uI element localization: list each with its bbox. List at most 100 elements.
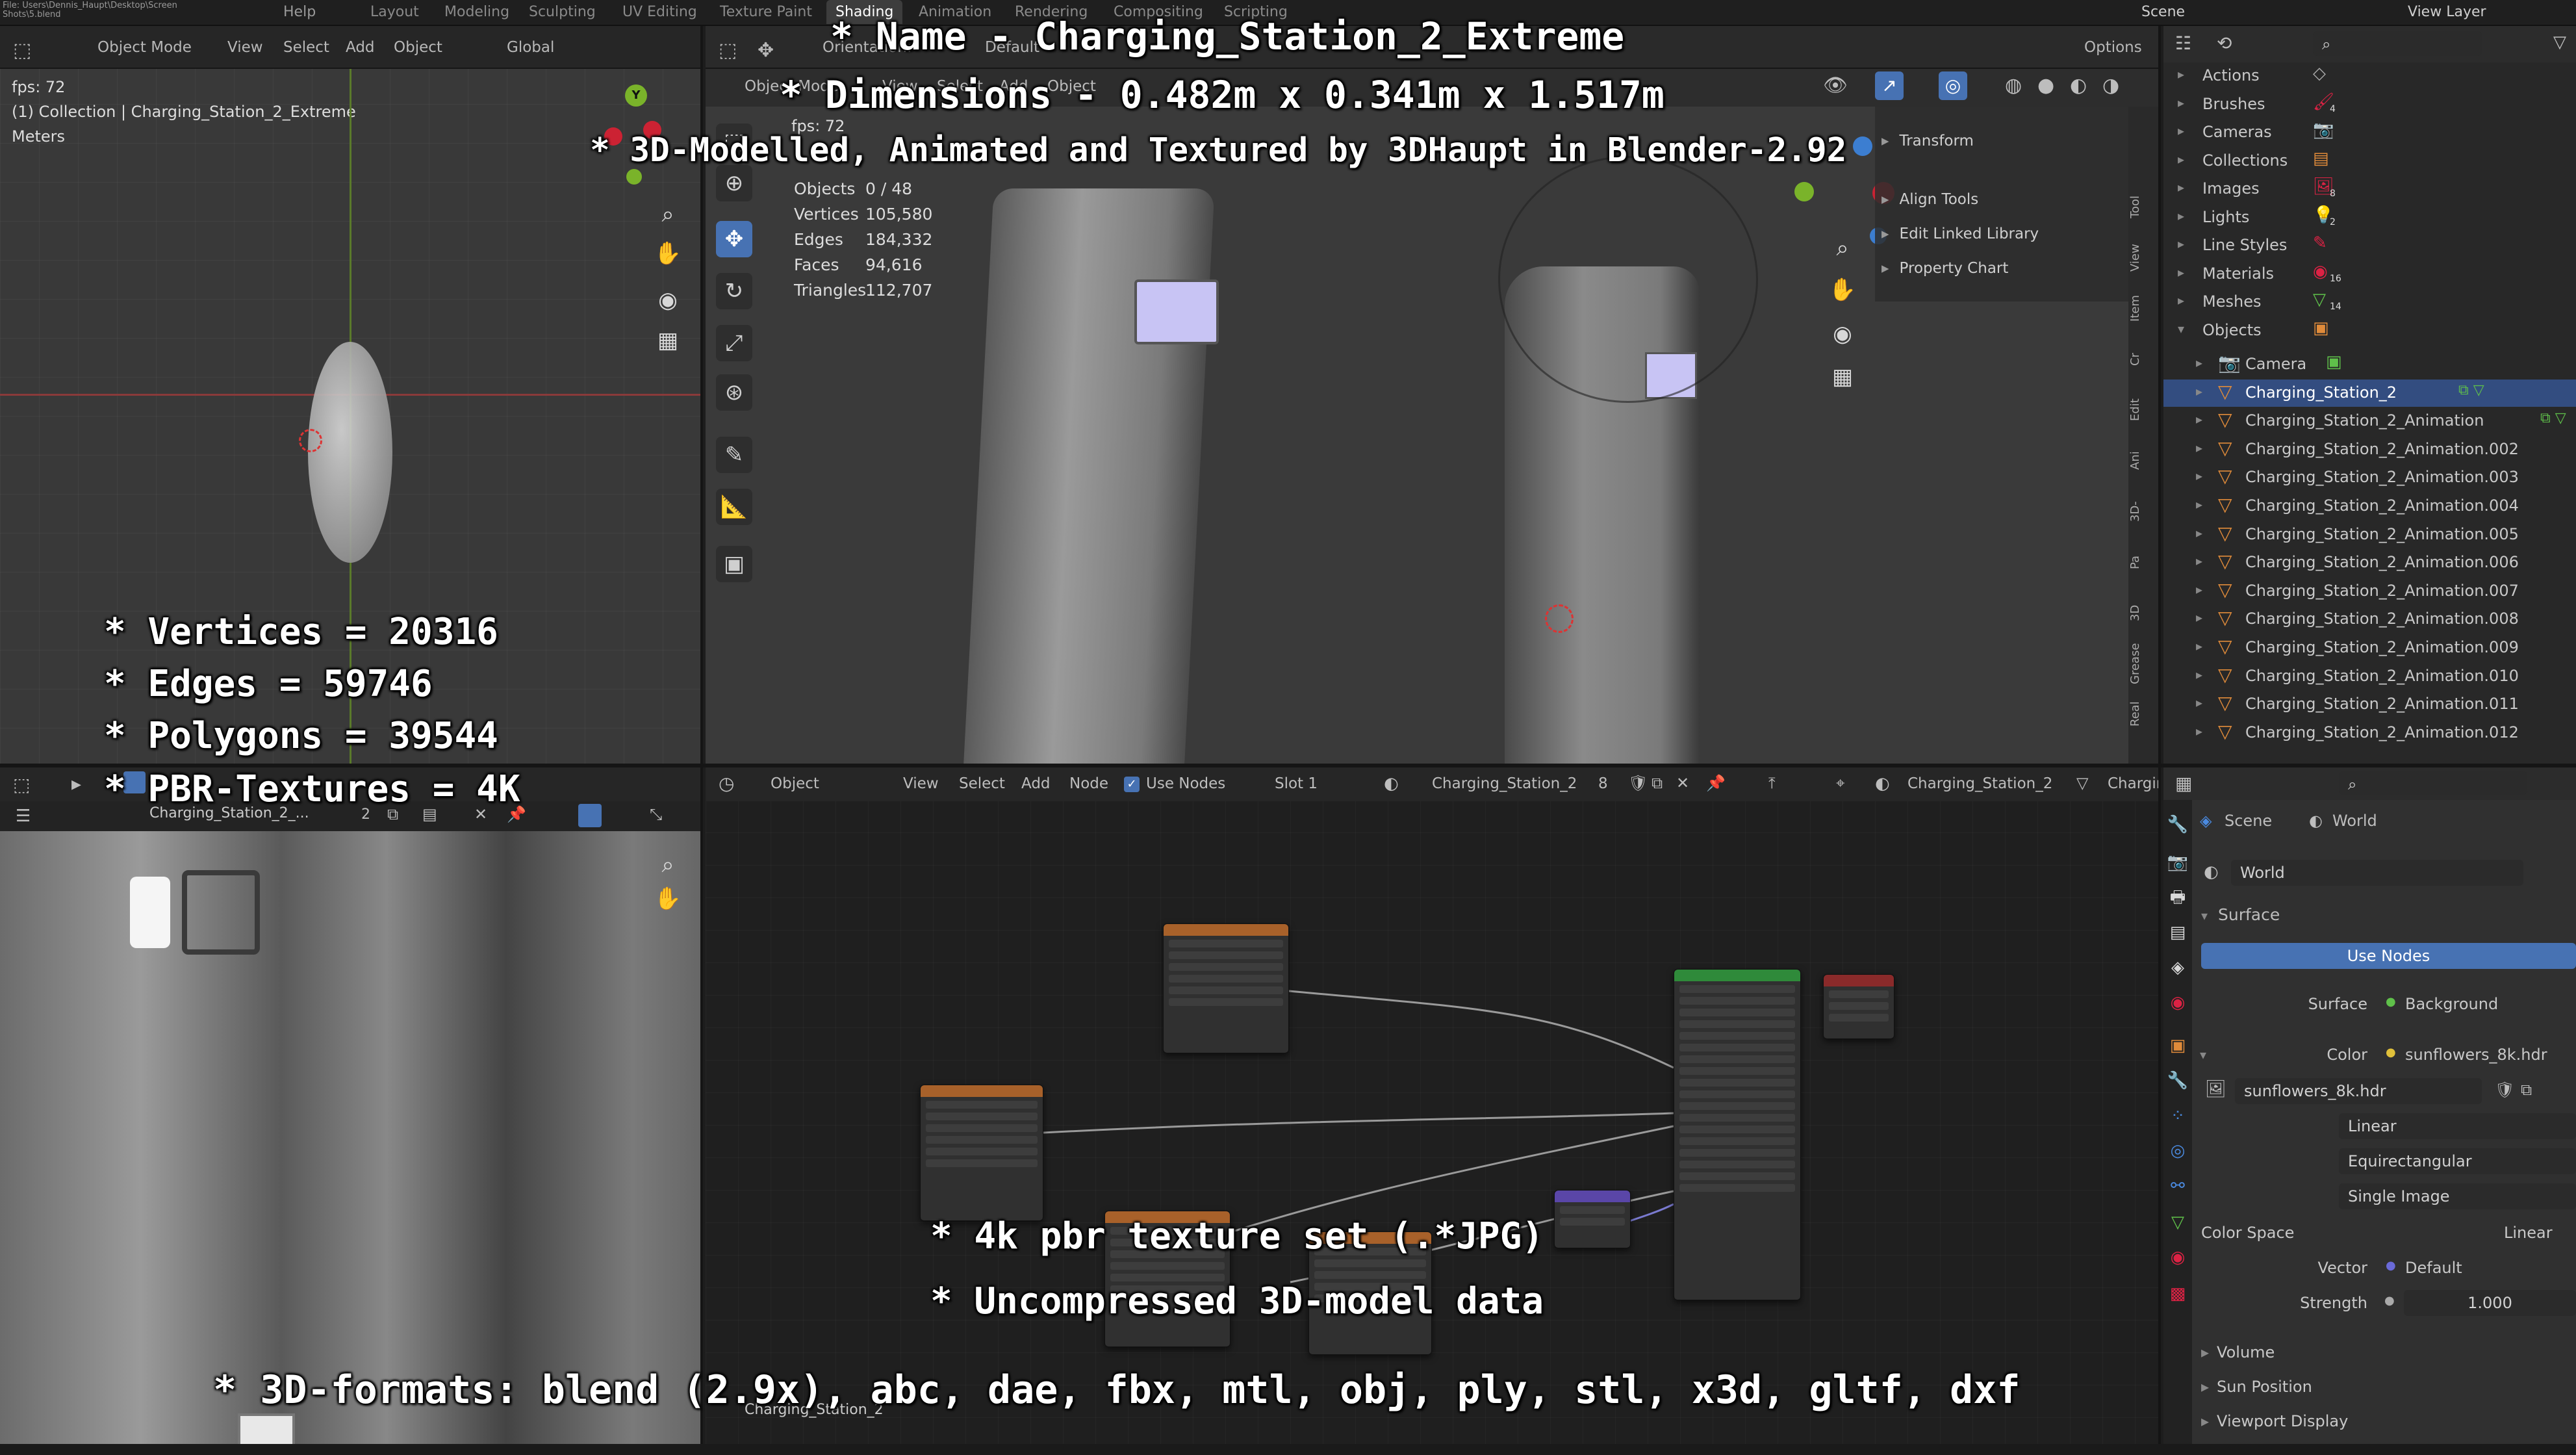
surface-collapse-icon[interactable]: ▾ xyxy=(2201,908,2208,923)
filter-funnel-icon[interactable]: ▽ xyxy=(2553,32,2566,52)
sidebar-item-align-tools[interactable]: ▸ Align Tools xyxy=(1881,191,2122,214)
view-menu[interactable]: View xyxy=(903,775,939,792)
scene-selector[interactable]: Scene xyxy=(2141,4,2185,20)
snap-icon[interactable]: ⌖ xyxy=(1836,774,1845,792)
outliner-object-row[interactable]: ▸ ▽ Charging_Station_2_Animation.010 xyxy=(2163,663,2576,690)
color-value[interactable]: sunflowers_8k.hdr xyxy=(2405,1046,2547,1064)
material-output-node[interactable] xyxy=(1823,974,1894,1039)
surface-value[interactable]: Background xyxy=(2405,995,2498,1013)
outliner-object-row[interactable]: ▸ ▽ Charging_Station_2_Animation.005 xyxy=(2163,521,2576,548)
outliner-object-row[interactable]: ▸ 📷 Camera ▣ xyxy=(2163,351,2576,378)
visibility-icon[interactable]: 👁 xyxy=(1823,74,1848,97)
render-tab-icon[interactable]: 📷 xyxy=(2163,848,2192,877)
display-mode-icon[interactable]: ☷ xyxy=(2175,32,2191,54)
editor-type-icon[interactable]: ⬚ xyxy=(719,39,737,62)
outliner-object-row[interactable]: ▸ ▽ Charging_Station_2_Animation.011 xyxy=(2163,691,2576,718)
camera-view-icon[interactable]: ◉ xyxy=(654,286,682,315)
expand-arrow-icon[interactable]: ▸ xyxy=(2196,355,2202,370)
expand-arrow-icon[interactable]: ▸ xyxy=(2178,95,2184,110)
editor-type-icon[interactable]: ◷ xyxy=(719,773,734,794)
vector-value[interactable]: Default xyxy=(2405,1259,2462,1277)
expand-arrow-icon[interactable]: ▸ xyxy=(2196,553,2202,569)
source-dropdown[interactable]: Single Image xyxy=(2339,1183,2576,1209)
outliner-item-actions[interactable]: ▸ Actions ◇ xyxy=(2163,62,2566,90)
physics-tab-icon[interactable]: ◎ xyxy=(2163,1137,2192,1165)
object-shader-dropdown[interactable]: Object xyxy=(771,775,819,792)
image-texture-node[interactable] xyxy=(920,1085,1043,1221)
outliner-item-lights[interactable]: ▸ Lights 💡 2 xyxy=(2163,204,2566,231)
section-volume[interactable]: ▸ Volume xyxy=(2201,1343,2275,1361)
orientation-dropdown[interactable]: Global xyxy=(507,39,554,56)
color-collapse-icon[interactable]: ▾ xyxy=(2200,1047,2206,1062)
3d-cursor[interactable] xyxy=(299,429,322,452)
tool-tab-icon[interactable]: 🔧 xyxy=(2163,810,2192,839)
pin-icon[interactable]: 📌 xyxy=(1706,774,1726,792)
sidebar-tab-3d[interactable]: 3D xyxy=(2128,590,2157,636)
outliner-object-row[interactable]: ▸ ▽ Charging_Station_2_Animation.007 xyxy=(2163,578,2576,605)
texture-image-canvas[interactable] xyxy=(0,831,700,1455)
overlay-toggle-icon[interactable]: ◎ xyxy=(1939,71,1967,100)
outliner-object-row[interactable]: ▸ ▽ Charging_Station_2_Animation.003 xyxy=(2163,464,2576,491)
outliner-item-collections[interactable]: ▸ Collections ▤ xyxy=(2163,148,2566,175)
zoom-icon[interactable]: ⌕ xyxy=(654,200,682,229)
scene-tab-icon[interactable]: ◈ xyxy=(2163,953,2192,982)
rotate-tool-icon[interactable]: ↻ xyxy=(716,273,752,309)
data-tab-icon[interactable]: ▽ xyxy=(2163,1208,2192,1237)
expand-arrow-icon[interactable]: ▸ xyxy=(2196,411,2202,427)
outliner-object-row[interactable]: ▸ ▽ Charging_Station_2_Animation.006 xyxy=(2163,549,2576,576)
options-dropdown[interactable]: Options xyxy=(2084,39,2142,56)
hand-pan-icon[interactable]: ✋ xyxy=(654,884,682,913)
outliner-object-row[interactable]: ▸ ▽ Charging_Station_2 ⧉ ▽ xyxy=(2163,379,2576,407)
sidebar-tab-item[interactable]: Item xyxy=(2128,286,2157,331)
outliner-search-input[interactable]: ⌕ xyxy=(2313,31,2482,56)
world-name-field[interactable]: World xyxy=(2231,860,2523,886)
expand-arrow-icon[interactable]: ▸ xyxy=(2196,638,2202,654)
object-data-field[interactable]: Charging_ xyxy=(2108,775,2158,792)
object-menu[interactable]: Object xyxy=(394,39,442,56)
expand-arrow-icon[interactable]: ▸ xyxy=(2196,496,2202,512)
shader-node-editor[interactable]: ◷ Object View Select Add Node ✓ Use Node… xyxy=(706,767,2161,1455)
hand-pan-icon[interactable]: ✋ xyxy=(654,239,682,268)
expand-arrow-icon[interactable]: ▸ xyxy=(2178,179,2184,195)
scale-tool-icon[interactable]: ⤢ xyxy=(716,325,752,361)
section-sun-position[interactable]: ▸ Sun Position xyxy=(2201,1378,2312,1396)
cursor-tool-icon[interactable]: ▸ xyxy=(71,773,81,795)
expand-arrow-icon[interactable]: ▸ xyxy=(2196,440,2202,456)
world-browse-icon[interactable]: ◐ xyxy=(2204,862,2219,882)
material-name-field[interactable]: Charging_Station_2 xyxy=(1432,775,1577,792)
output-tab-icon[interactable]: 🖶 xyxy=(2163,883,2192,912)
sidebar-tab-ani[interactable]: Ani xyxy=(2128,438,2157,483)
mesh-icon[interactable]: ▽ xyxy=(2076,774,2088,792)
expand-arrow-icon[interactable]: ▸ xyxy=(2178,151,2184,167)
parent-node-icon[interactable]: ⤒ xyxy=(1768,774,1776,792)
outliner-item-images[interactable]: ▸ Images 🖼 8 xyxy=(2163,175,2566,203)
collapse-arrow-icon[interactable]: ▾ xyxy=(2178,321,2184,337)
select-menu[interactable]: Select xyxy=(283,39,329,56)
surface-section-header[interactable]: Surface xyxy=(2218,905,2280,924)
zoom-icon[interactable]: ⌕ xyxy=(654,851,682,879)
camera-view-icon[interactable]: ◉ xyxy=(1828,320,1857,348)
node-menu[interactable]: Node xyxy=(1069,775,1108,792)
move-tool-icon[interactable]: ✥ xyxy=(716,221,752,257)
section-viewport-display[interactable]: ▸ Viewport Display xyxy=(2201,1412,2348,1430)
sidebar-tab-grease[interactable]: Grease xyxy=(2128,641,2157,686)
expand-arrow-icon[interactable]: ▸ xyxy=(2178,123,2184,138)
expand-arrow-icon[interactable]: ▸ xyxy=(2196,695,2202,710)
ortho-grid-icon[interactable]: ▦ xyxy=(654,326,682,355)
cursor-tool-icon[interactable]: ⊕ xyxy=(716,165,752,201)
expand-arrow-icon[interactable]: ▸ xyxy=(2178,66,2184,82)
editor-type-icon[interactable]: ⬚ xyxy=(13,39,31,62)
view-layer-tab-icon[interactable]: ▤ xyxy=(2163,918,2192,947)
menu-icon[interactable]: ☰ xyxy=(16,806,31,826)
expand-arrow-icon[interactable]: ▸ xyxy=(2196,525,2202,541)
3d-cursor[interactable] xyxy=(1545,604,1574,633)
expand-arrow-icon[interactable]: ▸ xyxy=(2196,468,2202,483)
transform-tool-icon[interactable]: ⊛ xyxy=(716,374,752,411)
outliner-object-row[interactable]: ▸ ▽ Charging_Station_2_Animation.002 xyxy=(2163,436,2576,463)
expand-arrow-icon[interactable]: ▸ xyxy=(2178,236,2184,251)
image-browse-icon[interactable]: 🖼 xyxy=(2205,1079,2226,1099)
expand-arrow-icon[interactable]: ▸ xyxy=(2196,667,2202,682)
outliner-item-objects[interactable]: ▾ Objects ▣ xyxy=(2163,317,2566,344)
editor-type-icon[interactable]: ⬚ xyxy=(13,774,30,795)
outliner-item-brushes[interactable]: ▸ Brushes 🖌 4 xyxy=(2163,91,2566,118)
